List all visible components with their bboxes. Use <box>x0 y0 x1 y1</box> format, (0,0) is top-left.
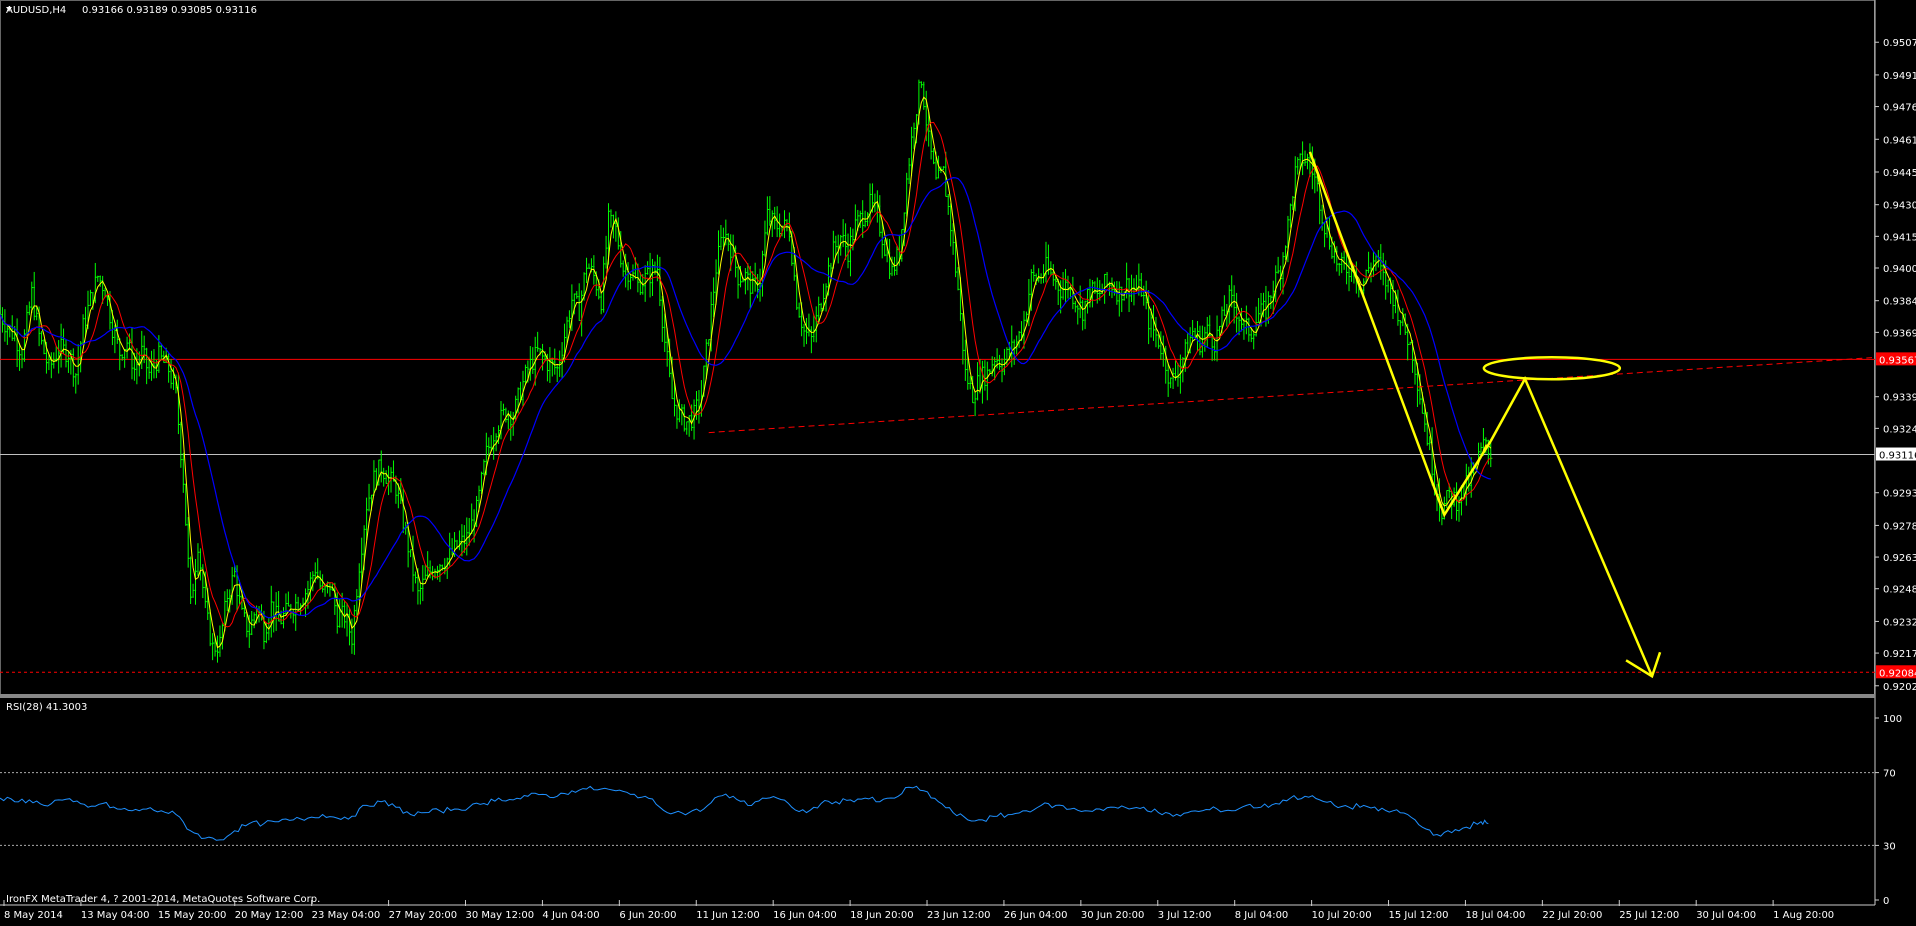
rsi-tick-label: 70 <box>1883 769 1896 780</box>
window-separator <box>0 694 1875 698</box>
time-tick-label: 3 Jul 12:00 <box>1158 910 1212 921</box>
price-tick-label: 0.92175 <box>1883 649 1916 660</box>
time-tick-label: 23 May 04:00 <box>312 910 381 921</box>
time-tick-label: 8 Jul 04:00 <box>1235 910 1289 921</box>
time-tick-label: 18 Jun 20:00 <box>850 910 914 921</box>
rsi-tick-label: 30 <box>1883 841 1896 852</box>
time-tick-label: 16 Jun 04:00 <box>773 910 837 921</box>
price-tick-label: 0.95070 <box>1883 38 1916 49</box>
time-tick-label: 4 Jun 04:00 <box>542 910 599 921</box>
footer-copyright: IronFX MetaTrader 4, ? 2001-2014, MetaQu… <box>6 894 320 905</box>
price-tick-label: 0.92630 <box>1883 553 1916 564</box>
time-tick-label: 15 Jul 12:00 <box>1389 910 1449 921</box>
price-tick-label: 0.93240 <box>1883 424 1916 435</box>
header-symbol: AUDUSD,H4 <box>6 5 66 16</box>
time-tick-label: 15 May 20:00 <box>158 910 227 921</box>
time-tick-label: 6 Jun 20:00 <box>619 910 676 921</box>
time-tick-label: 22 Jul 20:00 <box>1542 910 1602 921</box>
price-tick-label: 0.92935 <box>1883 489 1916 500</box>
price-tick-label: 0.92780 <box>1883 521 1916 532</box>
time-tick-label: 27 May 20:00 <box>389 910 458 921</box>
price-tick-label: 0.94300 <box>1883 201 1916 212</box>
price-label-resistance: 0.93567 <box>1879 355 1916 366</box>
price-tick-label: 0.94915 <box>1883 71 1916 82</box>
rsi-tick-label: 0 <box>1883 896 1889 907</box>
time-tick-label: 8 May 2014 <box>4 910 63 921</box>
price-tick-label: 0.92325 <box>1883 617 1916 628</box>
price-label-current: 0.93116 <box>1879 451 1916 462</box>
time-tick-label: 30 Jul 04:00 <box>1696 910 1756 921</box>
price-tick-label: 0.92480 <box>1883 585 1916 596</box>
time-tick-label: 13 May 04:00 <box>81 910 150 921</box>
price-tick-label: 0.94610 <box>1883 135 1916 146</box>
price-tick-label: 0.92020 <box>1883 682 1916 693</box>
price-tick-label: 0.94765 <box>1883 103 1916 114</box>
price-tick-label: 0.93845 <box>1883 297 1916 308</box>
time-tick-label: 26 Jun 04:00 <box>1004 910 1068 921</box>
time-tick-label: 20 May 12:00 <box>235 910 304 921</box>
price-tick-label: 0.93695 <box>1883 328 1916 339</box>
price-tick-label: 0.94000 <box>1883 264 1916 275</box>
price-tick-label: 0.93390 <box>1883 393 1916 404</box>
price-tick-label: 0.94150 <box>1883 232 1916 243</box>
time-tick-label: 23 Jun 12:00 <box>927 910 991 921</box>
chart-background <box>0 0 1916 926</box>
time-tick-label: 1 Aug 20:00 <box>1773 910 1834 921</box>
time-tick-label: 30 May 12:00 <box>466 910 535 921</box>
price-label-support: 0.92084 <box>1879 668 1916 679</box>
time-tick-label: 18 Jul 04:00 <box>1465 910 1525 921</box>
time-tick-label: 30 Jun 20:00 <box>1081 910 1145 921</box>
time-tick-label: 11 Jun 12:00 <box>696 910 760 921</box>
rsi-label: RSI(28) 41.3003 <box>6 702 87 713</box>
time-tick-label: 10 Jul 20:00 <box>1312 910 1372 921</box>
price-tick-label: 0.94455 <box>1883 168 1916 179</box>
chart-canvas[interactable]: 0.95070 0.94915 0.94765 0.94610 0.94455 0.943… <box>0 0 1916 926</box>
header-ohlc: 0.93166 0.93189 0.93085 0.93116 <box>82 5 257 16</box>
time-tick-label: 25 Jul 12:00 <box>1619 910 1679 921</box>
rsi-tick-label: 100 <box>1883 714 1902 725</box>
